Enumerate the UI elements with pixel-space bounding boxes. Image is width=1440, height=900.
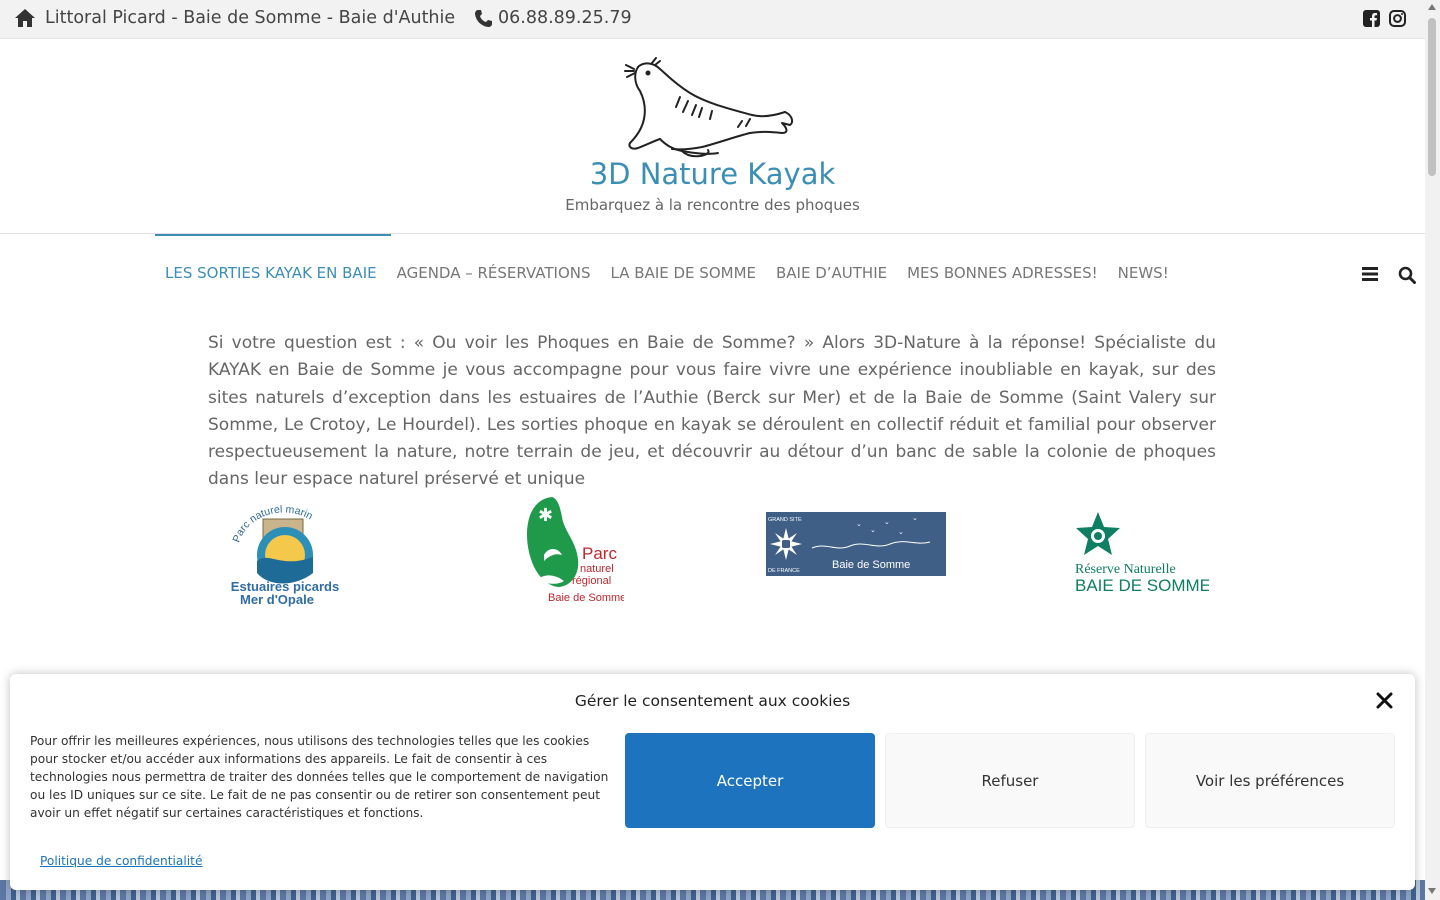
seal-logo[interactable] — [622, 57, 802, 166]
scroll-down-arrow-icon[interactable] — [1428, 888, 1436, 894]
nav-item-agenda-reservations[interactable]: AGENDA – RÉSERVATIONS — [387, 264, 601, 282]
nav-item-baie-de-somme[interactable]: LA BAIE DE SOMME — [601, 264, 766, 282]
grandsite-small1: GRAND SITE — [768, 517, 802, 523]
cookie-message: Pour offrir les meilleures expériences, … — [30, 734, 609, 820]
intro-paragraph: Si votre question est : « Ou voir les Ph… — [208, 333, 1216, 490]
nav-item-news[interactable]: NEWS! — [1108, 264, 1179, 282]
reserve-naturelle-logo[interactable]: Réserve Naturelle BAIE DE SOMME — [1073, 511, 1211, 599]
page-scrollbar[interactable] — [1425, 0, 1440, 900]
grandsite-name: Baie de Somme — [832, 559, 910, 571]
site-title[interactable]: 3D Nature Kayak — [0, 157, 1425, 191]
home-icon[interactable] — [14, 8, 36, 32]
pnr-line3: régional — [572, 575, 611, 587]
instagram-icon[interactable] — [1389, 10, 1406, 31]
svg-text:⌄: ⌄ — [898, 528, 904, 536]
accept-button[interactable]: Accepter — [625, 733, 875, 828]
nav-item-bonnes-adresses[interactable]: MES BONNES ADRESSES! — [897, 264, 1108, 282]
pnr-line1: Parc — [582, 544, 617, 563]
cookie-title: Gérer le consentement aux cookies — [574, 692, 851, 710]
parc-naturel-marin-logo[interactable]: Parc naturel marin Estuaires picards Mer… — [225, 495, 347, 614]
site-header: 3D Nature Kayak Embarquez à la rencontre… — [0, 39, 1425, 234]
privacy-policy-link[interactable]: Politique de confidentialité — [40, 854, 202, 868]
svg-text:✱: ✱ — [538, 505, 553, 526]
cookie-consent-banner: Gérer le consentement aux cookies Pour o… — [10, 674, 1415, 890]
site-tagline: Embarquez à la rencontre des phoques — [565, 196, 860, 214]
grand-site-de-france-logo[interactable]: GRAND SITE DE FRANCE ⌄ ⌄ ⌄ ⌄ ⌄ Baie de Somme — [766, 512, 946, 580]
scrollbar-thumb[interactable] — [1428, 18, 1436, 176]
facebook-icon[interactable] — [1363, 10, 1380, 31]
svg-text:⌄: ⌄ — [884, 518, 890, 526]
top-bar: Littoral Picard - Baie de Somme - Baie d… — [0, 0, 1425, 39]
svg-text:⌄: ⌄ — [856, 520, 862, 528]
pnr-line4: Baie de Somme — [548, 592, 624, 604]
main-nav: LES SORTIES KAYAK EN BAIE AGENDA – RÉSER… — [0, 234, 1425, 310]
preferences-button[interactable]: Voir les préférences — [1145, 733, 1395, 828]
search-icon[interactable] — [1398, 266, 1416, 288]
refuse-button[interactable]: Refuser — [885, 733, 1135, 828]
menu-icon[interactable] — [1362, 266, 1378, 286]
pnr-line2: naturel — [580, 563, 614, 575]
location-text: Littoral Picard - Baie de Somme - Baie d… — [45, 8, 456, 28]
svg-text:⌄: ⌄ — [912, 514, 918, 522]
svg-text:⌄: ⌄ — [870, 526, 876, 534]
partner-logos: Parc naturel marin Estuaires picards Mer… — [0, 495, 1425, 610]
nav-item-sorties-kayak[interactable]: LES SORTIES KAYAK EN BAIE — [155, 264, 387, 282]
grandsite-small2: DE FRANCE — [768, 568, 800, 574]
phone-icon — [474, 9, 493, 32]
parc-naturel-regional-logo[interactable]: ✱ Parc naturel régional Baie de Somme — [524, 495, 626, 611]
active-indicator — [155, 234, 391, 236]
scroll-up-arrow-icon[interactable] — [1428, 4, 1436, 10]
reserve-line1: Réserve Naturelle — [1075, 562, 1176, 577]
nav-items: LES SORTIES KAYAK EN BAIE AGENDA – RÉSER… — [155, 264, 1179, 282]
nav-item-baie-authie[interactable]: BAIE D’AUTHIE — [766, 264, 897, 282]
phone-number[interactable]: 06.88.89.25.79 — [498, 8, 632, 28]
reserve-line2: BAIE DE SOMME — [1075, 576, 1209, 595]
close-icon[interactable] — [1376, 692, 1393, 713]
pnm-line2: Mer d'Opale — [240, 592, 314, 607]
